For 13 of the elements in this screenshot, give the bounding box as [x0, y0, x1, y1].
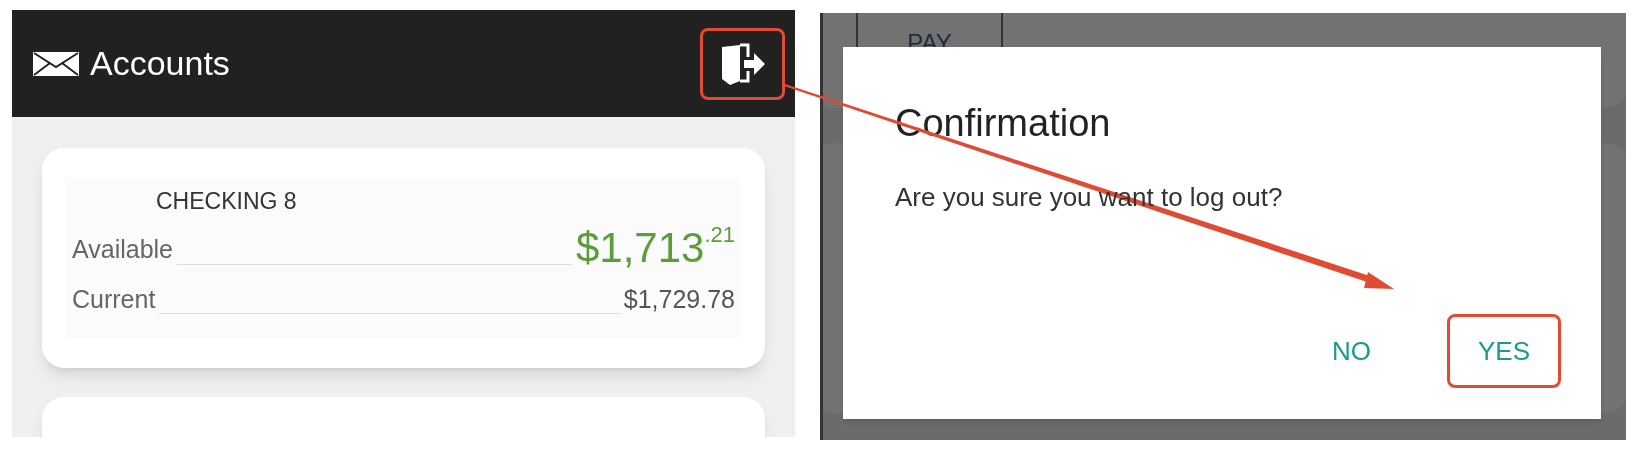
dialog-button[interactable]: NO: [1300, 314, 1402, 388]
dialog-title: Confirmation: [895, 101, 1111, 146]
envelope-icon: [32, 50, 80, 77]
logout-button[interactable]: [700, 27, 785, 100]
current-label: Current: [72, 283, 156, 315]
account-card[interactable]: CHECKING 8 Available $1,713$^{.21}$ Current $1,729.78: [42, 148, 765, 368]
available-amount: $1,713$^{.21}$: [575, 226, 735, 269]
screen-title: Accounts: [90, 43, 230, 84]
account-name: CHECKING 8: [156, 187, 298, 216]
current-amount: $1,729.78: [623, 283, 735, 315]
dialog-button[interactable]: YES: [1446, 314, 1561, 388]
logout-icon: [719, 42, 766, 85]
available-label: Available: [72, 234, 173, 265]
